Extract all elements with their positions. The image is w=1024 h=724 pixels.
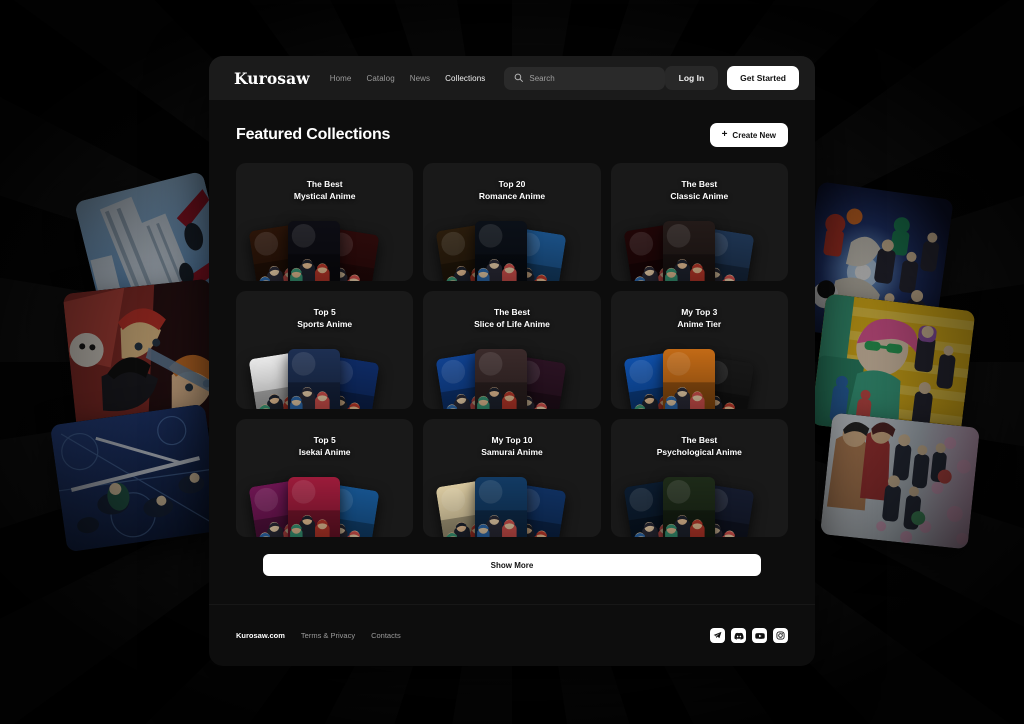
collection-title-line2: Classic Anime (670, 191, 729, 202)
nav-item-news[interactable]: News (410, 74, 430, 83)
collection-card[interactable]: The Best Psychological Anime (610, 419, 788, 537)
app-window: Kurosaw Home Catalog News Collections Se… (209, 56, 815, 666)
collection-card[interactable]: The Best Mystical Anime (236, 163, 414, 281)
collection-card-title: Top 20 Romance Anime (423, 163, 600, 203)
collection-poster-fan (611, 215, 788, 281)
collection-card[interactable]: The Best Slice of Life Anime (423, 291, 601, 409)
collection-poster-fan (611, 343, 788, 409)
collection-title-line2: Anime Tier (677, 319, 722, 330)
poster-thumbnail (475, 349, 528, 409)
search-icon (514, 69, 524, 87)
top-navigation-bar: Kurosaw Home Catalog News Collections Se… (209, 56, 815, 101)
collection-card[interactable]: My Top 3 Anime Tier (610, 291, 788, 409)
collection-title-line1: The Best (306, 179, 343, 189)
collection-title-line2: Slice of Life Anime (474, 319, 550, 330)
collection-poster-fan (236, 471, 413, 537)
create-new-label: Create New (732, 130, 776, 140)
collection-card-title: Top 5 Sports Anime (236, 291, 413, 331)
footer-link-terms[interactable]: Terms & Privacy (301, 631, 355, 640)
collection-card-title: The Best Classic Anime (611, 163, 788, 203)
footer-brand-link[interactable]: Kurosaw.com (236, 631, 285, 640)
footer-social-links (710, 628, 788, 643)
collection-title-line1: My Top 3 (681, 307, 718, 317)
footer-link-contacts[interactable]: Contacts (371, 631, 401, 640)
brand-logo[interactable]: Kurosaw (234, 69, 310, 88)
collection-card[interactable]: Top 5 Sports Anime (236, 291, 414, 409)
show-more-button[interactable]: Show More (263, 554, 761, 576)
collection-card[interactable]: Top 20 Romance Anime (423, 163, 601, 281)
collection-card[interactable]: The Best Classic Anime (610, 163, 788, 281)
instagram-icon[interactable] (773, 628, 788, 643)
plus-icon: + (721, 129, 728, 140)
nav-item-catalog[interactable]: Catalog (366, 74, 394, 83)
main-nav: Home Catalog News Collections (330, 74, 486, 83)
collection-card[interactable]: My Top 10 Samurai Anime (423, 419, 601, 537)
collection-card-title: The Best Mystical Anime (236, 163, 413, 203)
main-content: Featured Collections + Create New The Be… (209, 101, 815, 576)
collection-card-title: My Top 3 Anime Tier (611, 291, 788, 331)
collection-card-title: My Top 10 Samurai Anime (423, 419, 600, 459)
collection-card-title: The Best Slice of Life Anime (423, 291, 600, 331)
collection-title-line1: The Best (494, 307, 530, 317)
create-new-button[interactable]: + Create New (709, 123, 788, 147)
get-started-button[interactable]: Get Started (727, 66, 799, 90)
collection-title-line2: Mystical Anime (293, 191, 356, 202)
poster-thumbnail (475, 221, 528, 281)
collection-poster-fan (236, 343, 413, 409)
footer-links: Kurosaw.com Terms & Privacy Contacts (236, 631, 401, 640)
collection-card-title: The Best Psychological Anime (611, 419, 788, 459)
collection-title-line2: Psychological Anime (656, 447, 742, 458)
nav-item-collections[interactable]: Collections (445, 74, 485, 83)
login-button[interactable]: Log In (664, 66, 719, 90)
footer: Kurosaw.com Terms & Privacy Contacts (209, 604, 815, 666)
search-input[interactable]: Search (504, 66, 665, 90)
poster-thumbnail (288, 221, 340, 281)
page-title: Featured Collections (236, 126, 391, 143)
section-header: Featured Collections + Create New (236, 123, 788, 147)
collection-title-line2: Samurai Anime (481, 447, 543, 458)
poster-thumbnail (288, 349, 340, 409)
poster-thumbnail (662, 221, 715, 281)
collection-card-title: Top 5 Isekai Anime (236, 419, 413, 459)
collections-grid: The Best Mystical Anime Top 20 Romance Ani… (236, 163, 788, 537)
collection-card[interactable]: Top 5 Isekai Anime (236, 419, 414, 537)
collection-title-line1: My Top 10 (491, 435, 533, 445)
collection-title-line1: Top 5 (313, 435, 336, 445)
poster-thumbnail (662, 349, 715, 409)
collection-title-line2: Sports Anime (297, 319, 353, 330)
collection-poster-fan (423, 343, 600, 409)
collection-title-line1: The Best (681, 435, 718, 445)
collection-poster-fan (611, 471, 788, 537)
collection-poster-fan (236, 215, 413, 281)
poster-thumbnail (288, 477, 340, 537)
collection-title-line1: The Best (681, 179, 718, 189)
discord-icon[interactable] (731, 628, 746, 643)
collection-poster-fan (423, 215, 600, 281)
youtube-icon[interactable] (752, 628, 767, 643)
telegram-icon[interactable] (710, 628, 725, 643)
collection-title-line1: Top 5 (313, 307, 336, 317)
nav-item-home[interactable]: Home (330, 74, 352, 83)
poster-thumbnail (662, 477, 715, 537)
collection-title-line2: Isekai Anime (298, 447, 351, 458)
collection-title-line1: Top 20 (498, 179, 526, 189)
auth-actions: Log In Get Started (664, 66, 799, 90)
collection-poster-fan (423, 471, 600, 537)
collection-title-line2: Romance Anime (478, 191, 546, 202)
search-placeholder: Search (529, 73, 555, 83)
poster-thumbnail (475, 477, 528, 537)
